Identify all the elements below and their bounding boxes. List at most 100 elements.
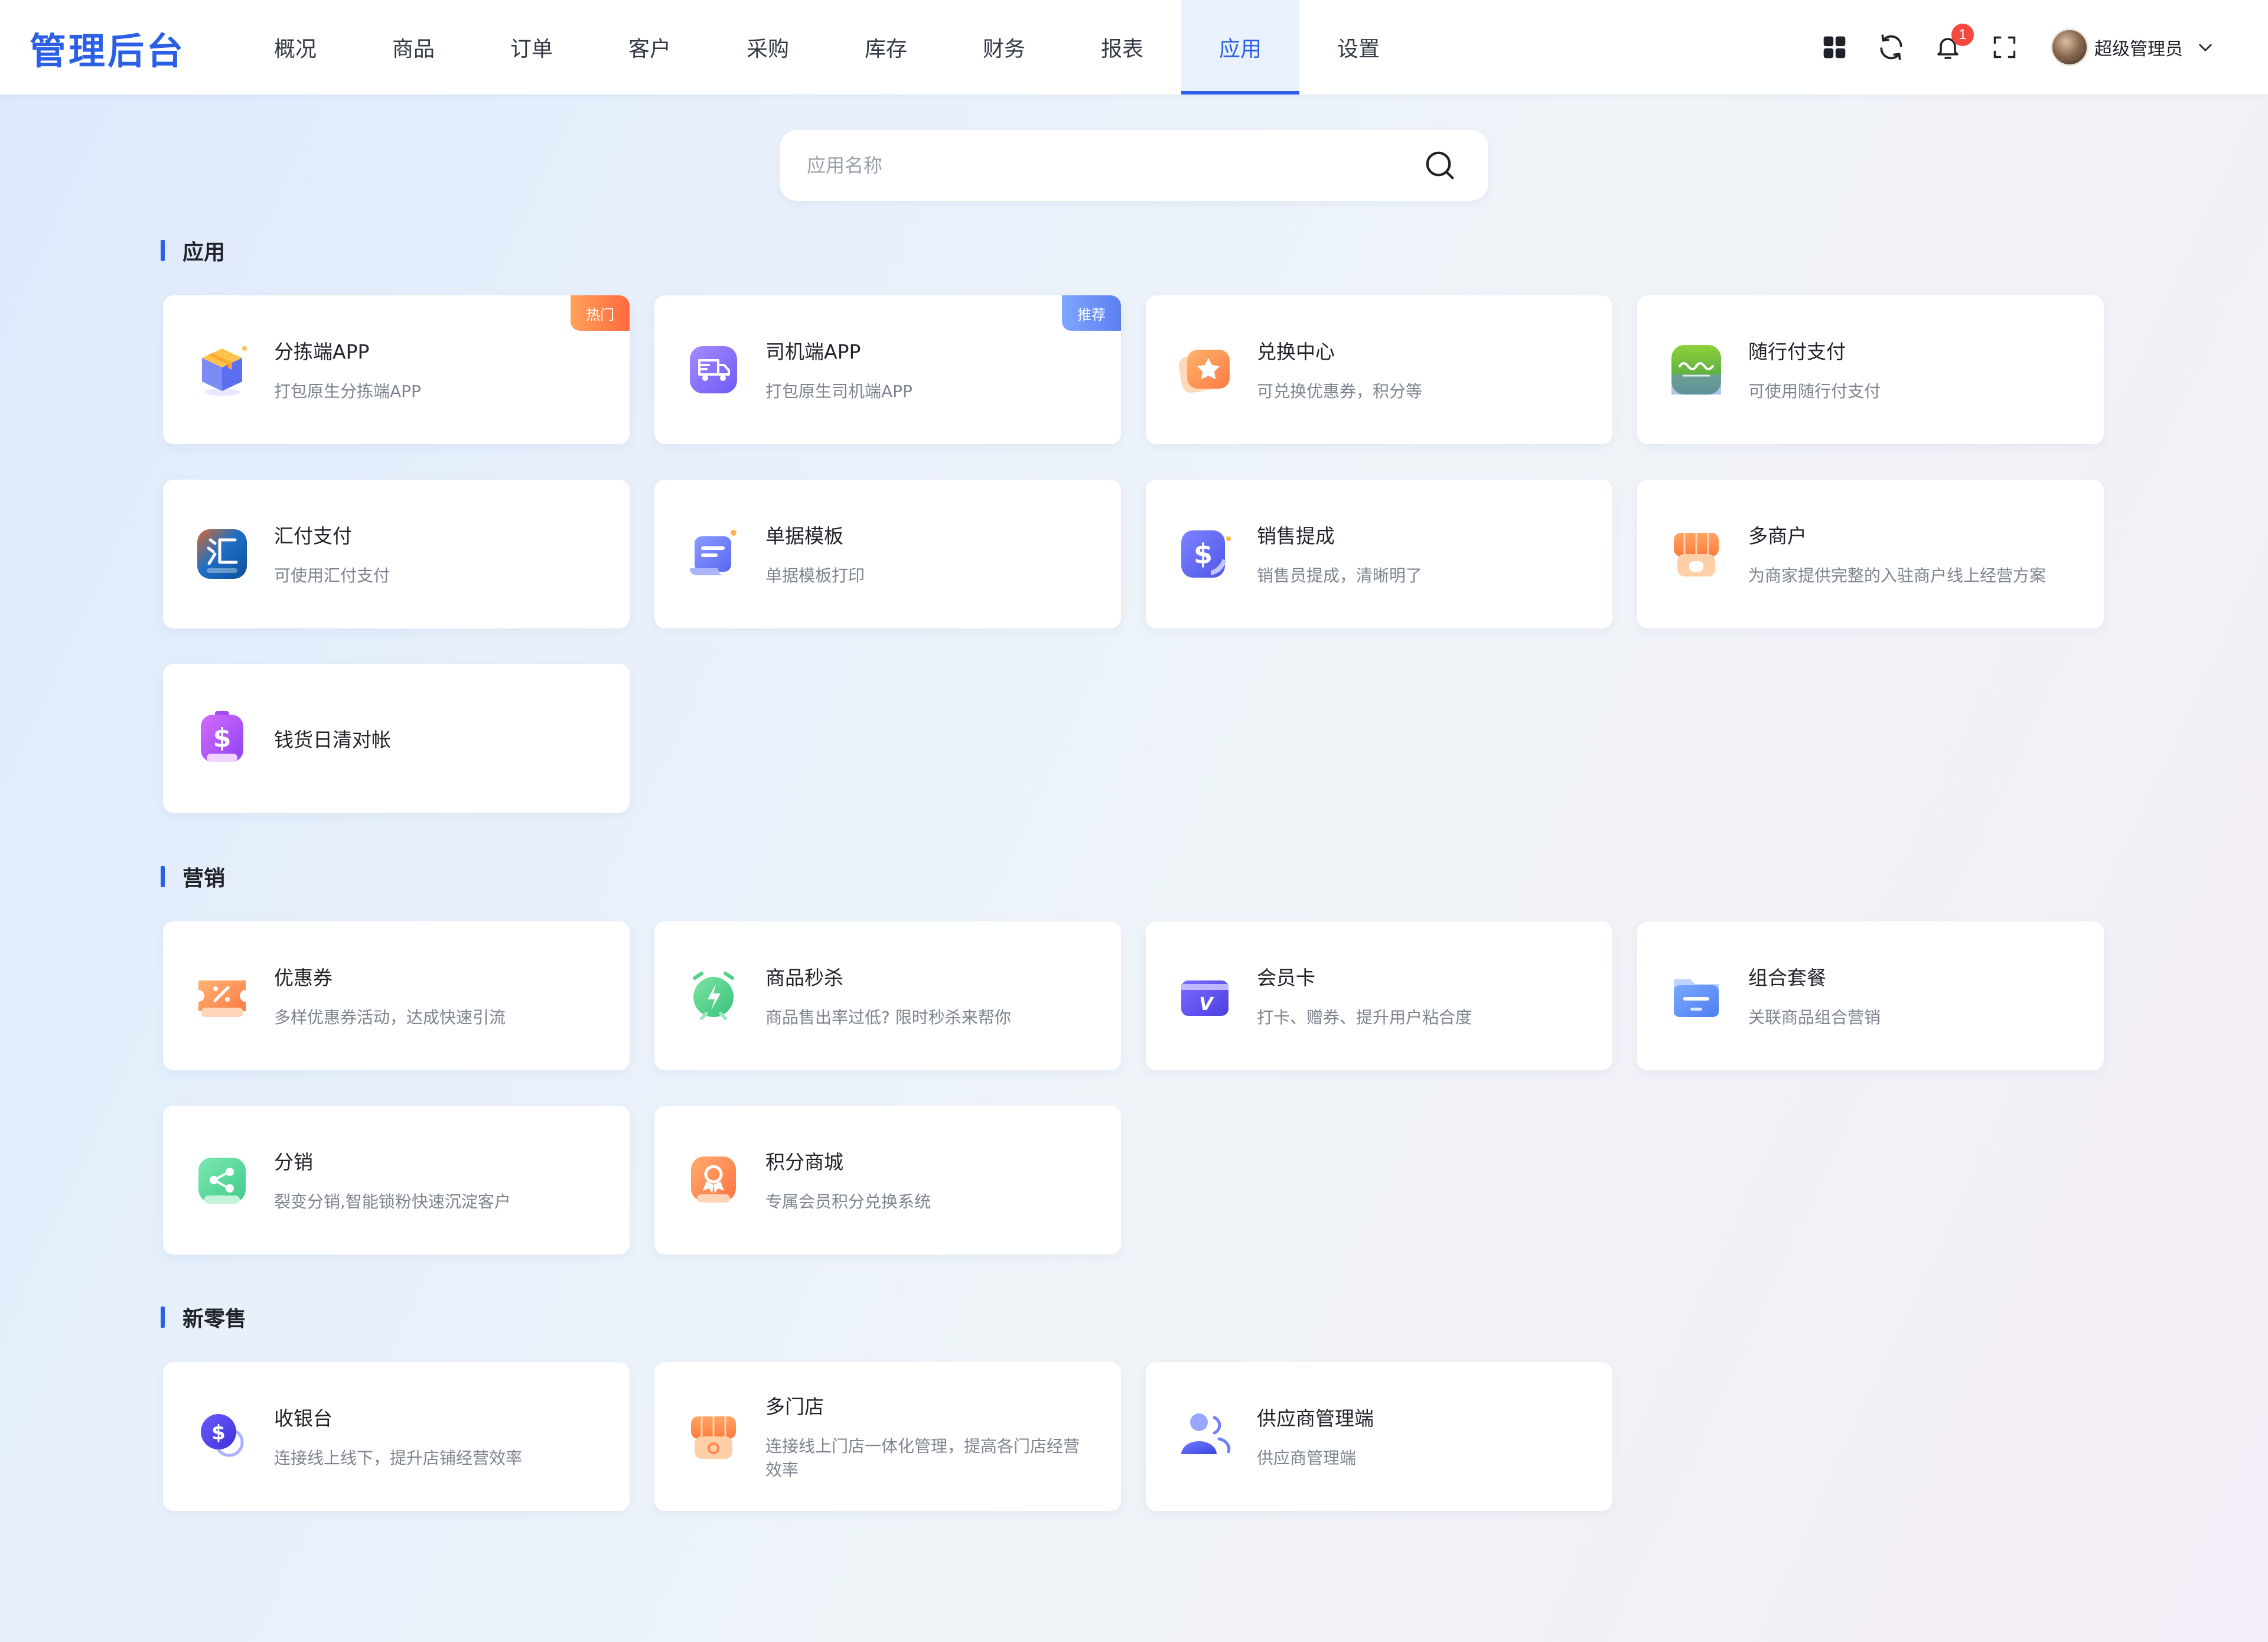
coupon-icon bbox=[198, 980, 246, 1017]
app-card-bundle[interactable]: 组合套餐 关联商品组合营销 bbox=[1637, 921, 2104, 1070]
fullscreen-icon bbox=[1993, 36, 2016, 58]
card-description: 可使用随行付支付 bbox=[1748, 382, 1881, 401]
nav-item-customers[interactable]: 客户 bbox=[591, 0, 709, 95]
nav-item-settings[interactable]: 设置 bbox=[1299, 0, 1418, 95]
marketing-grid: 优惠券 多样优惠券活动，达成快速引流 商品秒杀 商品售出率过低? 限时秒杀来帮你… bbox=[163, 921, 2106, 1255]
app-card-sales-commission[interactable]: $ 销售提成 销售员提成，清晰明了 bbox=[1146, 480, 1612, 628]
app-grid-button[interactable] bbox=[1806, 19, 1863, 76]
card-title: 优惠券 bbox=[274, 966, 333, 989]
main-nav: 概况 商品 订单 客户 采购 库存 财务 报表 应用 设置 bbox=[236, 0, 1418, 95]
nav-item-products[interactable]: 商品 bbox=[354, 0, 472, 95]
dollar-reconcile-icon: $ bbox=[201, 711, 243, 762]
top-navigation-bar: 管理后台 概况 商品 订单 客户 采购 库存 财务 报表 应用 设置 1 超级管… bbox=[0, 0, 2268, 95]
app-card-supplier-portal[interactable]: 供应商管理端 供应商管理端 bbox=[1146, 1362, 1612, 1511]
card-title: 积分商城 bbox=[765, 1151, 843, 1174]
user-name: 超级管理员 bbox=[2094, 39, 2183, 60]
app-card-suixingfu-pay[interactable]: 随行付支付 可使用随行付支付 bbox=[1637, 295, 2104, 444]
card-description: 打包原生司机端APP bbox=[765, 382, 913, 401]
card-title: 商品秒杀 bbox=[765, 966, 843, 989]
card-description: 裂变分销,智能锁粉快速沉淀客户 bbox=[274, 1192, 511, 1211]
refresh-icon bbox=[1880, 34, 1902, 60]
nav-item-reports[interactable]: 报表 bbox=[1063, 0, 1181, 95]
new-retail-grid: $ 收银台 连接线上线下，提升店铺经营效率 多门店 连接线上门店一体化管理，提高… bbox=[163, 1362, 2106, 1511]
card-description: 打卡、赠券、提升用户粘合度 bbox=[1257, 1008, 1472, 1027]
card-description: 销售员提成，清晰明了 bbox=[1257, 566, 1423, 585]
card-title: 随行付支付 bbox=[1748, 340, 1846, 363]
card-title: 汇付支付 bbox=[274, 524, 352, 548]
card-title: 兑换中心 bbox=[1257, 340, 1335, 363]
member-card-icon: V bbox=[1181, 980, 1228, 1016]
card-description: 连接线上门店一体化管理，提高各门店经营效率 bbox=[765, 1436, 1080, 1480]
svg-text:$: $ bbox=[211, 1421, 226, 1445]
delivery-truck-icon bbox=[690, 346, 737, 393]
chevron-down-icon bbox=[2199, 44, 2212, 51]
app-card-points-mall[interactable]: 积分商城 专属会员积分兑换系统 bbox=[654, 1106, 1121, 1255]
svg-text:$: $ bbox=[213, 723, 232, 753]
flash-sale-clock-icon bbox=[693, 972, 734, 1020]
card-description: 商品售出率过低? 限时秒杀来帮你 bbox=[765, 1008, 1011, 1027]
app-card-flash-sale[interactable]: 商品秒杀 商品售出率过低? 限时秒杀来帮你 bbox=[654, 921, 1121, 1070]
notifications-button[interactable]: 1 bbox=[1920, 19, 1976, 76]
app-card-cash-reconcile[interactable]: $ 钱货日清对帐 bbox=[163, 664, 630, 813]
nav-item-orders[interactable]: 订单 bbox=[472, 0, 591, 95]
commission-dollar-icon: $ bbox=[1181, 530, 1231, 578]
card-description: 可使用汇付支付 bbox=[274, 566, 390, 585]
refresh-button[interactable] bbox=[1863, 19, 1920, 76]
avatar bbox=[2051, 28, 2088, 66]
card-title: 销售提成 bbox=[1257, 524, 1335, 548]
supplier-users-icon bbox=[1181, 1413, 1231, 1454]
app-card-exchange-center[interactable]: 兑换中心 可兑换优惠券，积分等 bbox=[1146, 295, 1612, 444]
card-title: 供应商管理端 bbox=[1257, 1407, 1374, 1430]
card-title: 分销 bbox=[274, 1151, 313, 1174]
section-title-new-retail: 新零售 bbox=[161, 1303, 246, 1331]
grid-icon bbox=[1823, 36, 1846, 58]
nav-item-inventory[interactable]: 库存 bbox=[827, 0, 945, 95]
points-mall-icon bbox=[691, 1156, 736, 1203]
card-description: 专属会员积分兑换系统 bbox=[765, 1192, 931, 1211]
app-card-cashier[interactable]: $ 收银台 连接线上线下，提升店铺经营效率 bbox=[163, 1362, 630, 1511]
search-icon[interactable] bbox=[1422, 148, 1458, 183]
bundle-folder-icon bbox=[1674, 979, 1719, 1017]
nav-item-purchasing[interactable]: 采购 bbox=[709, 0, 827, 95]
app-card-driver-app[interactable]: 推荐 司机端APP 打包原生司机端APP bbox=[654, 295, 1121, 444]
share-network-icon bbox=[198, 1158, 246, 1204]
card-title: 钱货日清对帐 bbox=[274, 728, 391, 751]
suixingfu-logo-icon bbox=[1671, 345, 1721, 395]
card-title: 单据模板 bbox=[765, 524, 843, 548]
app-card-document-template[interactable]: 单据模板 单据模板打印 bbox=[654, 480, 1121, 628]
card-description: 为商家提供完整的入驻商户线上经营方案 bbox=[1748, 566, 2047, 585]
section-title-marketing: 营销 bbox=[161, 862, 225, 891]
fullscreen-button[interactable] bbox=[1976, 19, 2033, 76]
huifu-logo-icon bbox=[197, 529, 247, 579]
card-title: 多门店 bbox=[765, 1395, 824, 1418]
nav-item-overview[interactable]: 概况 bbox=[236, 0, 354, 95]
app-logo[interactable]: 管理后台 bbox=[30, 21, 185, 74]
star-exchange-icon bbox=[1178, 350, 1230, 393]
card-description: 单据模板打印 bbox=[765, 566, 865, 585]
nav-item-finance[interactable]: 财务 bbox=[945, 0, 1063, 95]
card-title: 收银台 bbox=[274, 1407, 333, 1430]
package-box-icon bbox=[202, 346, 247, 396]
multi-store-icon bbox=[691, 1416, 736, 1459]
app-card-huifu-pay[interactable]: 汇付支付 可使用汇付支付 bbox=[163, 480, 630, 628]
apps-grid: 热门 分拣端APP 打包原生分拣端APP 推荐 司机端APP 打包原生司机端AP… bbox=[163, 295, 2106, 813]
app-card-sorting-app[interactable]: 热门 分拣端APP 打包原生分拣端APP bbox=[163, 295, 630, 444]
card-description: 打包原生分拣端APP bbox=[274, 382, 421, 401]
search-input[interactable] bbox=[807, 148, 1338, 183]
section-title-apps: 应用 bbox=[161, 236, 225, 265]
app-card-multi-merchant[interactable]: 多商户 为商家提供完整的入驻商户线上经营方案 bbox=[1637, 480, 2104, 628]
app-card-coupon[interactable]: 优惠券 多样优惠券活动，达成快速引流 bbox=[163, 921, 630, 1070]
app-card-member-card[interactable]: V 会员卡 打卡、赠券、提升用户粘合度 bbox=[1146, 921, 1612, 1070]
header-tools: 1 超级管理员 bbox=[1806, 0, 2215, 95]
app-card-multi-store[interactable]: 多门店 连接线上门店一体化管理，提高各门店经营效率 bbox=[654, 1362, 1121, 1511]
document-template-icon bbox=[690, 530, 737, 575]
user-menu[interactable]: 超级管理员 bbox=[2051, 28, 2215, 66]
card-description: 关联商品组合营销 bbox=[1748, 1008, 1881, 1027]
card-description: 多样优惠券活动，达成快速引流 bbox=[274, 1008, 506, 1027]
app-card-distribution[interactable]: 分销 裂变分销,智能锁粉快速沉淀客户 bbox=[163, 1106, 630, 1255]
card-description: 可兑换优惠券，积分等 bbox=[1257, 382, 1423, 401]
storefront-icon bbox=[1674, 533, 1719, 576]
card-title: 多商户 bbox=[1748, 524, 1807, 548]
svg-text:$: $ bbox=[1194, 538, 1213, 570]
nav-item-apps[interactable]: 应用 bbox=[1181, 0, 1299, 95]
